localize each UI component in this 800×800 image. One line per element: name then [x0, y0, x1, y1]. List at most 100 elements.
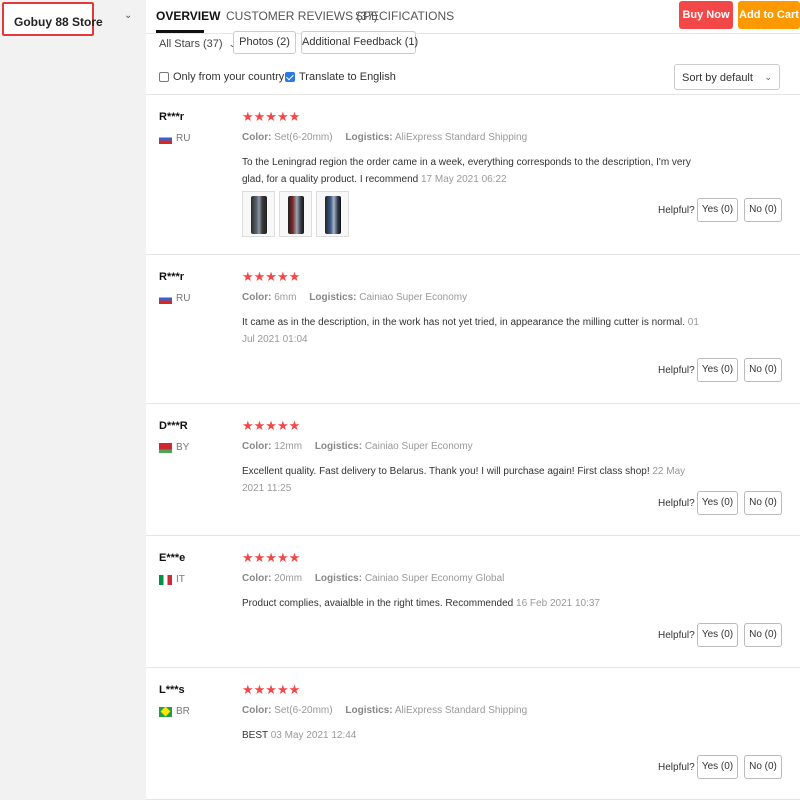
- color-value: 20mm: [274, 573, 303, 584]
- review-item: D***R BY ★★★★★ Color: 12mm Logistics: Ca…: [146, 404, 800, 536]
- sort-select[interactable]: Sort by default ⌄: [674, 64, 780, 90]
- review-text: Product complies, avaialble in the right…: [242, 595, 702, 612]
- logistics-label: Logistics:: [309, 292, 357, 303]
- reviewer-name: E***e: [159, 552, 186, 564]
- color-value: 6mm: [274, 292, 297, 303]
- helpful-label: Helpful?: [658, 498, 695, 509]
- color-label: Color:: [242, 441, 272, 452]
- review-meta: Color: 12mm Logistics: Cainiao Super Eco…: [242, 441, 473, 452]
- review-photo-thumbnail[interactable]: [316, 191, 349, 237]
- reviewer-country: BR: [159, 706, 190, 717]
- review-body: It came as in the description, in the wo…: [242, 317, 685, 328]
- translate-checkbox[interactable]: [285, 72, 295, 82]
- reviewer-name: D***R: [159, 420, 188, 432]
- translate-label: Translate to English: [299, 71, 396, 83]
- helpful-no-button[interactable]: No (0): [744, 358, 782, 382]
- helpful-label: Helpful?: [658, 630, 695, 641]
- chevron-down-icon: ⌄: [764, 72, 772, 82]
- active-tab-indicator: [156, 30, 204, 33]
- sort-select-value: Sort by default: [682, 72, 753, 84]
- country-code: BR: [176, 706, 190, 717]
- reviewer-country: RU: [159, 133, 190, 144]
- helpful-yes-button[interactable]: Yes (0): [697, 755, 738, 779]
- helpful-no-button[interactable]: No (0): [744, 623, 782, 647]
- review-text: It came as in the description, in the wo…: [242, 314, 702, 348]
- review-meta: Color: Set(6-20mm) Logistics: AliExpress…: [242, 705, 527, 716]
- belarus-flag-icon: [159, 442, 172, 453]
- helpful-label: Helpful?: [658, 365, 695, 376]
- country-code: BY: [176, 442, 190, 453]
- helpful-yes-button[interactable]: Yes (0): [697, 198, 738, 222]
- review-date: 03 May 2021 12:44: [270, 730, 357, 741]
- chevron-down-icon[interactable]: ⌄: [124, 10, 132, 21]
- tab-specifications[interactable]: SPECIFICATIONS: [355, 9, 454, 23]
- translate-option[interactable]: Translate to English: [285, 71, 396, 83]
- tab-overview[interactable]: OVERVIEW: [156, 9, 220, 23]
- star-filter-dropdown[interactable]: All Stars (37) ⌄: [159, 38, 236, 50]
- star-rating: ★★★★★: [242, 682, 301, 697]
- only-your-country-checkbox[interactable]: [159, 72, 169, 82]
- reviewer-country: BY: [159, 442, 189, 453]
- helpful-label: Helpful?: [658, 205, 695, 216]
- logistics-value: Cainiao Super Economy: [364, 441, 473, 452]
- reviewer-country: RU: [159, 293, 190, 304]
- only-your-country-label: Only from your country: [173, 71, 285, 83]
- color-label: Color:: [242, 292, 272, 303]
- review-photo-thumbnail[interactable]: [242, 191, 275, 237]
- store-name[interactable]: Gobuy 88 Store: [14, 15, 103, 29]
- color-label: Color:: [242, 132, 272, 143]
- helpful-yes-button[interactable]: Yes (0): [697, 491, 738, 515]
- review-body: Excellent quality. Fast delivery to Bela…: [242, 466, 650, 477]
- helpful-label: Helpful?: [658, 762, 695, 773]
- review-item: R***r RU ★★★★★ Color: 6mm Logistics: Cai…: [146, 255, 800, 404]
- additional-feedback-filter-button[interactable]: Additional Feedback (1): [301, 31, 418, 54]
- logistics-value: AliExpress Standard Shipping: [394, 132, 528, 143]
- logistics-value: Cainiao Super Economy: [359, 292, 468, 303]
- review-photo-thumbnail[interactable]: [279, 191, 312, 237]
- logistics-label: Logistics:: [314, 441, 363, 452]
- review-item: R***r RU ★★★★★ Color: Set(6-20mm) Logist…: [146, 95, 800, 255]
- color-label: Color:: [242, 573, 272, 584]
- only-your-country-option[interactable]: Only from your country: [159, 71, 284, 83]
- review-text: BEST 03 May 2021 12:44: [242, 727, 702, 744]
- helpful-yes-button[interactable]: Yes (0): [697, 623, 738, 647]
- russia-flag-icon: [159, 133, 172, 144]
- brazil-flag-icon: [159, 706, 172, 717]
- product-tabs-bar: OVERVIEW CUSTOMER REVIEWS (37) SPECIFICA…: [146, 0, 800, 34]
- logistics-value: Cainiao Super Economy Global: [364, 573, 505, 584]
- review-date: 17 May 2021 06:22: [420, 174, 507, 185]
- logistics-label: Logistics:: [345, 705, 393, 716]
- helpful-no-button[interactable]: No (0): [744, 491, 782, 515]
- italy-flag-icon: [159, 574, 172, 585]
- helpful-yes-button[interactable]: Yes (0): [697, 358, 738, 382]
- russia-flag-icon: [159, 293, 172, 304]
- photos-filter-button[interactable]: Photos (2): [233, 31, 296, 54]
- review-date: 16 Feb 2021 10:37: [516, 598, 600, 609]
- reviewer-name: R***r: [159, 111, 185, 123]
- review-body: BEST: [242, 730, 268, 741]
- star-rating: ★★★★★: [242, 418, 301, 433]
- add-to-cart-button[interactable]: Add to Cart: [738, 1, 800, 29]
- review-meta: Color: 20mm Logistics: Cainiao Super Eco…: [242, 573, 504, 584]
- country-code: IT: [176, 574, 185, 585]
- review-meta: Color: 6mm Logistics: Cainiao Super Econ…: [242, 292, 467, 303]
- color-value: 12mm: [274, 441, 303, 452]
- logistics-label: Logistics:: [345, 132, 393, 143]
- country-code: RU: [176, 133, 191, 144]
- star-rating: ★★★★★: [242, 269, 301, 284]
- helpful-no-button[interactable]: No (0): [744, 755, 782, 779]
- color-label: Color:: [242, 705, 272, 716]
- review-body: Product complies, avaialble in the right…: [242, 598, 514, 609]
- reviewer-name: R***r: [159, 271, 185, 283]
- helpful-no-button[interactable]: No (0): [744, 198, 782, 222]
- review-text: To the Leningrad region the order came i…: [242, 154, 702, 188]
- buy-now-button[interactable]: Buy Now: [679, 1, 733, 29]
- review-item: E***e IT ★★★★★ Color: 20mm Logistics: Ca…: [146, 536, 800, 668]
- store-selector-highlight[interactable]: Gobuy 88 Store: [2, 2, 103, 36]
- star-rating: ★★★★★: [242, 109, 301, 124]
- color-value: Set(6-20mm): [274, 132, 333, 143]
- review-photos: [242, 191, 349, 237]
- star-rating: ★★★★★: [242, 550, 301, 565]
- country-code: RU: [176, 293, 191, 304]
- logistics-value: AliExpress Standard Shipping: [394, 705, 528, 716]
